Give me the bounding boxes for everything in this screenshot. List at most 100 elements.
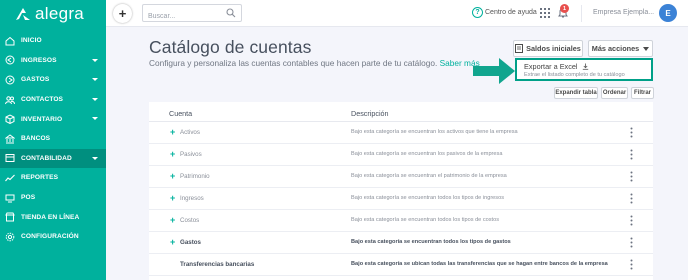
more-actions-button[interactable]: Más acciones [588,40,653,57]
table-row[interactable]: Transferencias bancarias Bajo esta catego… [149,254,653,276]
table-row[interactable]: + Patrimonio Bajo esta categoría se encuen… [149,166,653,188]
help-label: Centro de ayuda [485,9,537,16]
sidebar-item-contactos[interactable]: CONTACTOS [0,90,106,110]
expand-row-icon[interactable]: + [170,215,175,225]
chevron-down-icon[interactable] [92,117,98,121]
search-input[interactable] [143,8,223,25]
more-actions-label: Más acciones [591,44,640,53]
expand-row-icon[interactable]: + [170,237,175,247]
table-row[interactable]: + Gastos Bajo esta categoría se encuentran… [149,232,653,254]
account-name: Ingresos [180,195,204,202]
column-header-description: Descripción [351,109,389,118]
help-center-link[interactable]: ? Centro de ayuda [472,7,537,18]
sort-button[interactable]: Ordenar [601,87,628,99]
chevron-down-icon[interactable] [92,97,98,101]
more-options-icon[interactable] [630,127,633,138]
more-actions-dropdown: Exportar a Excel Extrae el listado compl… [515,58,653,81]
table-row[interactable]: + Ingresos Bajo esta categoría se encuentr… [149,188,653,210]
search-icon[interactable] [226,8,236,18]
account-description: Bajo esta categoría se encuentran todos … [351,239,511,245]
account-description: Bajo esta categoría se encuentran el pat… [351,173,507,179]
bank-icon [5,134,15,144]
sidebar-item-label: CONTACTOS [21,96,64,104]
expand-row-icon[interactable]: + [170,171,175,181]
expand-row-icon[interactable]: + [170,127,175,137]
more-options-icon[interactable] [630,237,633,248]
account-description: Bajo esta categoría se encuentran todos … [351,195,504,201]
table-row[interactable]: + Activos Bajo esta categoría se encuentra… [149,122,653,144]
sidebar-item-contabilidad[interactable]: CONTABILIDAD [0,148,106,169]
initial-balances-label: Saldos iniciales [526,44,581,53]
sidebar-item-bancos[interactable]: BANCOS [0,129,106,149]
filter-button[interactable]: Filtrar [631,87,654,99]
sidebar-item-ingresos[interactable]: INGRESOS [0,51,106,71]
sidebar-item-label: INVENTARIO [21,115,63,123]
table-row[interactable]: + Pasivos Bajo esta categoría se encuentra… [149,144,653,166]
sidebar-item-inventario[interactable]: INVENTARIO [0,109,106,129]
sidebar-item-label: POS [21,194,36,202]
export-excel-description: Extrae el listado completo de tu catálog… [524,72,625,78]
account-name: Costos [180,217,200,224]
more-options-icon[interactable] [630,259,633,270]
sidebar-item-label: CONTABILIDAD [21,154,72,162]
store-icon [5,212,15,222]
sidebar-item-label: REPORTES [21,174,59,182]
sidebar-item-inicio[interactable]: INICIO [0,31,106,51]
expand-row-icon[interactable]: + [170,193,175,203]
avatar[interactable]: E [659,4,677,22]
alegra-logo-icon [16,8,30,20]
sidebar-item-reportes[interactable]: REPORTES [0,168,106,188]
highlight-arrow-icon [473,58,515,84]
chevron-down-icon[interactable] [92,78,98,82]
box-icon [5,114,15,125]
export-excel-option[interactable]: Exportar a Excel [524,62,589,71]
account-name: Activos [180,129,200,136]
subtitle-text: Configura y personaliza las cuentas cont… [149,58,438,68]
account-description: Bajo esta categoría se encuentran todos … [351,217,500,223]
document-icon [515,44,524,53]
more-options-icon[interactable] [630,215,633,226]
account-description: Bajo esta categoría se encuentran los pa… [351,151,503,157]
accounts-table: Cuenta Descripción + Activos Bajo esta cat… [149,102,653,280]
notification-badge: 1 [560,4,569,13]
top-bar: + ? Centro de ayuda 1 Empresa Ejempla...… [106,0,688,27]
income-icon [5,55,15,65]
quick-add-button[interactable]: + [113,4,132,23]
sidebar-item-label: CONFIGURACIÓN [21,233,79,241]
search-box [142,4,242,25]
expand-table-button[interactable]: Expandir tabla [554,87,598,99]
sidebar-item-label: INGRESOS [21,56,57,64]
more-options-icon[interactable] [630,149,633,160]
gear-icon [5,232,15,242]
table-header: Cuenta Descripción [149,102,653,122]
initial-balances-button[interactable]: Saldos iniciales [513,40,583,57]
table-row[interactable]: + Costos Bajo esta categoría se encuentran… [149,210,653,232]
sidebar-item-configuración[interactable]: CONFIGURACIÓN [0,227,106,247]
help-icon: ? [472,7,483,18]
page-subtitle: Configura y personaliza las cuentas cont… [149,58,480,68]
sidebar-item-tienda-en-línea[interactable]: TIENDA EN LÍNEA [0,207,106,227]
sidebar-item-pos[interactable]: POS [0,188,106,208]
more-options-icon[interactable] [630,171,633,182]
account-name: Gastos [180,239,201,246]
chart-line-icon [5,174,15,182]
account-name: Transferencias bancarias [180,261,255,268]
expand-row-icon[interactable]: + [170,149,175,159]
sidebar-item-label: INICIO [21,37,42,45]
account-description: Bajo esta categoría se encuentran los ac… [351,129,518,135]
chevron-down-icon[interactable] [92,58,98,62]
export-excel-label: Exportar a Excel [524,62,578,71]
company-name[interactable]: Empresa Ejempla... [593,9,654,16]
chevron-down-icon[interactable] [92,156,98,160]
alegra-logo[interactable]: alegra [14,4,84,24]
sidebar: alegra INICIO INGRESOS GASTOS CONTACTOS INVE… [0,0,106,280]
account-description: Bajo esta categoría se ubican todas las … [351,261,608,267]
sidebar-item-label: GASTOS [21,76,50,84]
home-icon [5,36,15,46]
sidebar-item-gastos[interactable]: GASTOS [0,70,106,90]
apps-grid-icon[interactable] [540,8,550,18]
logo-text: alegra [35,4,85,23]
more-options-icon[interactable] [630,193,633,204]
download-icon [582,63,588,70]
chevron-down-icon [643,46,650,51]
